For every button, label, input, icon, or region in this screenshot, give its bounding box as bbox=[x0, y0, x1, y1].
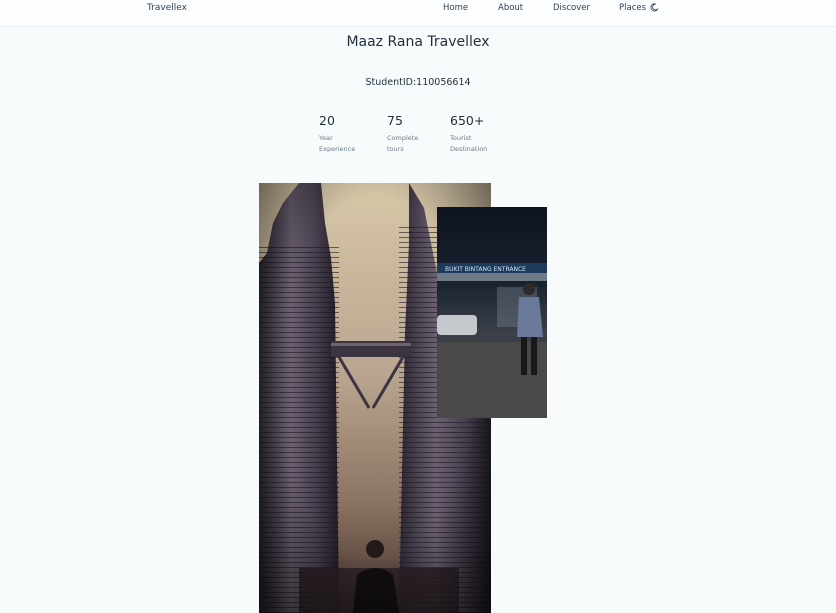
nav-places[interactable]: Places bbox=[619, 3, 646, 13]
nav-about[interactable]: About bbox=[498, 3, 523, 13]
stat-value: 75 bbox=[387, 113, 403, 128]
stat-label: Tourist Destination bbox=[450, 134, 488, 153]
stat-label: Complete tours bbox=[387, 134, 419, 153]
student-id: StudentID:110056614 bbox=[365, 77, 471, 88]
logo-link[interactable]: Travellex bbox=[147, 3, 187, 13]
nav-home[interactable]: Home bbox=[443, 3, 468, 13]
entrance-sign-text: BUKIT BINTANG ENTRANCE bbox=[445, 266, 526, 273]
stat-value: 650+ bbox=[450, 113, 485, 128]
stat-value: 20 bbox=[319, 113, 335, 128]
stat-destinations: 650+ Tourist Destination bbox=[450, 113, 510, 155]
street-night-photo: BUKIT BINTANG ENTRANCE bbox=[437, 207, 547, 418]
stat-experience: 20 Year Experience bbox=[319, 113, 379, 155]
stat-label: Year Experience bbox=[319, 134, 356, 153]
page-title: Maaz Rana Travellex bbox=[346, 34, 490, 50]
top-navbar: Travellex Home About Discover Places bbox=[0, 0, 836, 27]
moon-icon[interactable] bbox=[650, 3, 659, 12]
nav-discover[interactable]: Discover bbox=[553, 3, 590, 13]
stat-tours: 75 Complete tours bbox=[387, 113, 447, 155]
